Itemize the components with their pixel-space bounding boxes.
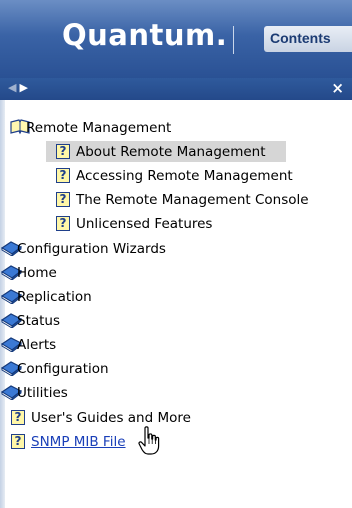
- tree-item-label: Home: [17, 265, 57, 281]
- question-page-icon: ?: [11, 410, 25, 425]
- quantum-logo: Quantum.: [62, 18, 228, 52]
- tree-item-label: User's Guides and More: [31, 410, 191, 426]
- question-page-icon: ?: [56, 168, 70, 183]
- question-page-icon: ?: [56, 144, 70, 159]
- tree-item-label: Replication: [17, 289, 92, 305]
- left-triangle-icon[interactable]: ◀: [8, 81, 16, 94]
- tree-item-label: Configuration Wizards: [17, 241, 166, 257]
- hand-cursor-icon: [138, 426, 160, 455]
- tree-item-label: Alerts: [17, 337, 57, 353]
- tree-item-link-label[interactable]: SNMP MIB File: [31, 431, 126, 453]
- header-separator: [233, 26, 234, 54]
- tree-item-label: Utilities: [17, 385, 68, 401]
- question-page-icon: ?: [56, 192, 70, 207]
- tree-item-label: Configuration: [17, 361, 109, 377]
- tree-item-label: About Remote Management: [76, 144, 266, 160]
- tree-item-label: Unlicensed Features: [76, 216, 213, 232]
- tree-item-label: Remote Management: [26, 120, 172, 136]
- tree-item-label: Accessing Remote Management: [76, 168, 293, 184]
- tab-contents[interactable]: Contents: [264, 26, 352, 52]
- question-page-icon: ?: [56, 216, 70, 231]
- right-triangle-icon[interactable]: ▶: [19, 81, 27, 94]
- tab-contents-label: Contents: [270, 30, 331, 46]
- nav-arrows: ◀ ▶: [8, 81, 31, 94]
- app-header: Quantum. Contents: [0, 0, 352, 78]
- tree-item-label: Status: [17, 313, 61, 329]
- close-icon[interactable]: ×: [331, 79, 344, 97]
- question-page-icon: ?: [11, 434, 25, 449]
- left-edge: [0, 100, 5, 508]
- toolbar-strip: ◀ ▶ ×: [0, 78, 352, 100]
- tree-item-label: The Remote Management Console: [76, 192, 309, 208]
